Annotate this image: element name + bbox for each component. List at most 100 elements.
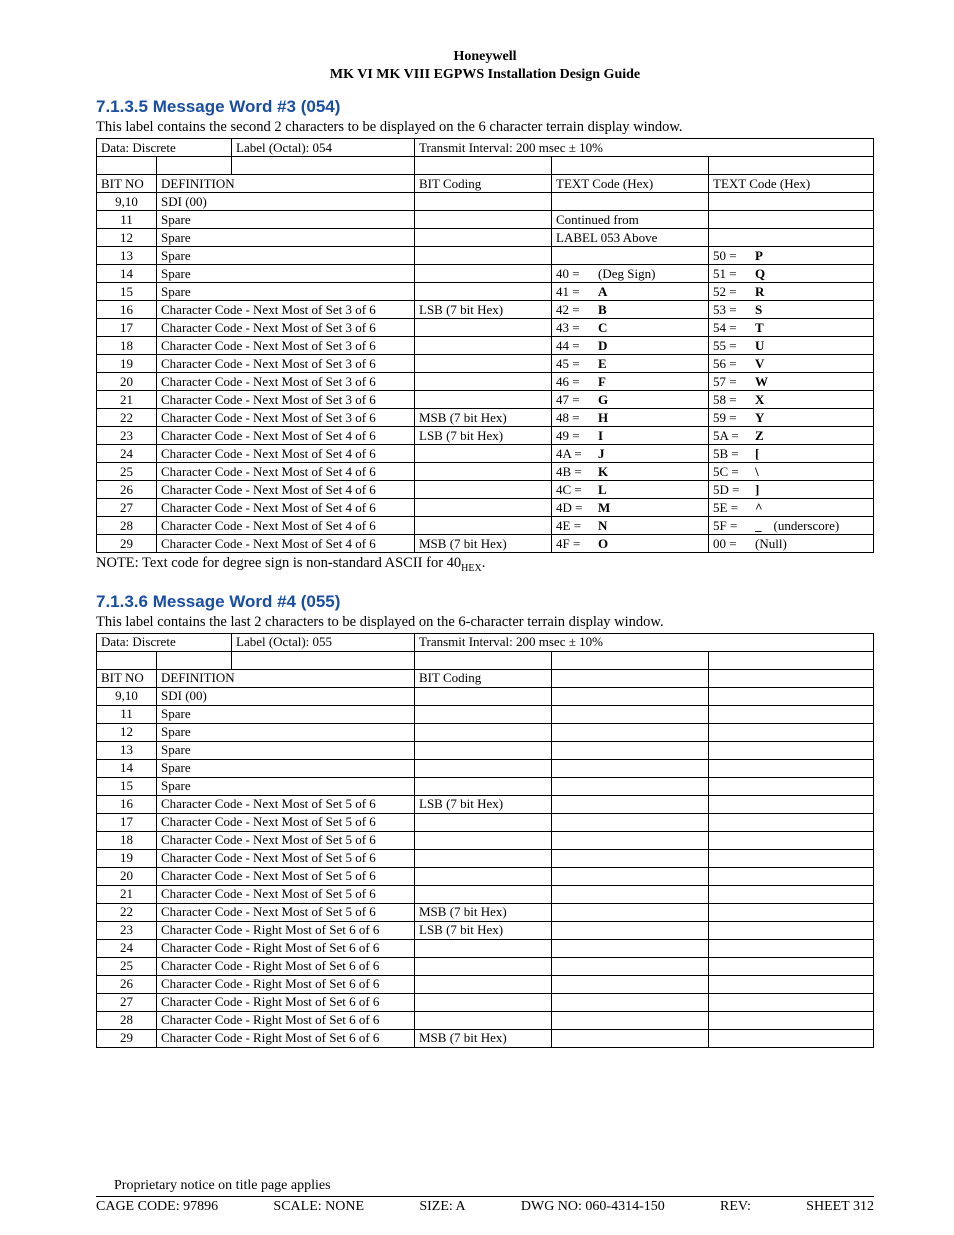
cell-textcode2 xyxy=(709,1011,874,1029)
cell-bitno: 19 xyxy=(97,849,157,867)
cell-textcode1 xyxy=(552,759,709,777)
cell-bitno: 23 xyxy=(97,921,157,939)
table-row: 19Character Code - Next Most of Set 3 of… xyxy=(97,355,874,373)
hex-char: R xyxy=(755,284,764,300)
hex-pair: 4A =J xyxy=(556,446,704,462)
hex-char: ^ xyxy=(755,500,763,516)
cell-textcode1 xyxy=(552,795,709,813)
hex-pair: 5B =[ xyxy=(713,446,869,462)
section: 7.1.3.6 Message Word #4 (055)This label … xyxy=(96,592,874,1066)
section-note: NOTE: Text code for degree sign is non-s… xyxy=(96,555,874,574)
cell-bitno: 13 xyxy=(97,247,157,265)
cell-bitno: 11 xyxy=(97,211,157,229)
hex-char: A xyxy=(598,284,607,300)
hex-code: 43 = xyxy=(556,320,586,336)
cell-bitno: 28 xyxy=(97,1011,157,1029)
cell-bitno: 16 xyxy=(97,795,157,813)
cell-bitno: 22 xyxy=(97,903,157,921)
table-row: 28Character Code - Right Most of Set 6 o… xyxy=(97,1011,874,1029)
cell-textcode2 xyxy=(709,795,874,813)
col-bitno: BIT NO xyxy=(97,669,157,687)
table-row: 20Character Code - Next Most of Set 3 of… xyxy=(97,373,874,391)
col-bitcoding: BIT Coding xyxy=(415,669,552,687)
hex-pair: 52 =R xyxy=(713,284,869,300)
cell-textcode1 xyxy=(552,939,709,957)
hex-char: U xyxy=(755,338,764,354)
dwg-no: DWG NO: 060-4314-150 xyxy=(521,1199,665,1215)
table-row: 16Character Code - Next Most of Set 5 of… xyxy=(97,795,874,813)
hex-code: 40 = xyxy=(556,266,586,282)
cell-definition: Character Code - Next Most of Set 4 of 6 xyxy=(157,427,415,445)
table-row: 9,10SDI (00) xyxy=(97,687,874,705)
table-row: 15Spare xyxy=(97,777,874,795)
cell-bitcoding xyxy=(415,741,552,759)
page: Honeywell MK VI MK VIII EGPWS Installati… xyxy=(0,0,954,1235)
cell-bitno: 19 xyxy=(97,355,157,373)
hex-char: X xyxy=(755,392,764,408)
cell-bitno: 18 xyxy=(97,831,157,849)
cell-textcode1: 49 =I xyxy=(552,427,709,445)
cell-definition: Character Code - Next Most of Set 5 of 6 xyxy=(157,903,415,921)
cell-textcode2: 5A =Z xyxy=(709,427,874,445)
cell-textcode1 xyxy=(552,957,709,975)
cell-textcode2 xyxy=(709,939,874,957)
hex-char: P xyxy=(755,248,763,264)
hex-code: 51 = xyxy=(713,266,743,282)
cell-bitno: 21 xyxy=(97,391,157,409)
hex-pair: 50 =P xyxy=(713,248,869,264)
hex-code: 4F = xyxy=(556,536,586,552)
cell-bitno: 22 xyxy=(97,409,157,427)
hex-code: 44 = xyxy=(556,338,586,354)
cell-textcode1: 47 =G xyxy=(552,391,709,409)
hex-code: 5F = xyxy=(713,518,743,534)
cell-bitcoding xyxy=(415,283,552,301)
cell-textcode2: 5F =_(underscore) xyxy=(709,517,874,535)
section-intro: This label contains the last 2 character… xyxy=(96,614,874,631)
cell-definition: Character Code - Next Most of Set 3 of 6 xyxy=(157,355,415,373)
cell-bitcoding xyxy=(415,337,552,355)
hex-char: L xyxy=(598,482,607,498)
cell-bitcoding xyxy=(415,517,552,535)
cell-textcode1 xyxy=(552,777,709,795)
cell-bitno: 9,10 xyxy=(97,687,157,705)
hex-char: \ xyxy=(755,464,759,480)
cell-bitno: 24 xyxy=(97,939,157,957)
table-row: 11Spare xyxy=(97,705,874,723)
cell-textcode1 xyxy=(552,741,709,759)
hex-char-desc: (underscore) xyxy=(774,518,840,534)
cell-bitcoding: MSB (7 bit Hex) xyxy=(415,1029,552,1047)
hex-char: M xyxy=(598,500,610,516)
meta-label-octal: Label (Octal): 054 xyxy=(232,139,415,157)
cell-textcode1 xyxy=(552,687,709,705)
table-row: 16Character Code - Next Most of Set 3 of… xyxy=(97,301,874,319)
cell-bitcoding: LSB (7 bit Hex) xyxy=(415,427,552,445)
scale: SCALE: NONE xyxy=(273,1199,364,1215)
meta-data: Data: Discrete xyxy=(97,139,232,157)
cell-textcode2 xyxy=(709,1029,874,1047)
hex-code: 48 = xyxy=(556,410,586,426)
hex-char: B xyxy=(598,302,607,318)
table-header-row: BIT NODEFINITIONBIT CodingTEXT Code (Hex… xyxy=(97,175,874,193)
hex-code: 4B = xyxy=(556,464,586,480)
hex-pair: 5C =\ xyxy=(713,464,869,480)
cell-bitcoding xyxy=(415,849,552,867)
section-heading: 7.1.3.5 Message Word #3 (054) xyxy=(96,97,874,117)
cell-bitno: 12 xyxy=(97,723,157,741)
cell-textcode1: 4C =L xyxy=(552,481,709,499)
cell-textcode2 xyxy=(709,211,874,229)
hex-char: N xyxy=(598,518,607,534)
hex-pair: 55 =U xyxy=(713,338,869,354)
cell-bitcoding xyxy=(415,247,552,265)
cell-textcode1 xyxy=(552,849,709,867)
cell-bitcoding xyxy=(415,957,552,975)
cell-textcode2 xyxy=(709,885,874,903)
cell-bitcoding xyxy=(415,391,552,409)
hex-pair: 48 =H xyxy=(556,410,704,426)
cell-textcode1 xyxy=(552,975,709,993)
cell-bitcoding xyxy=(415,265,552,283)
page-footer: Proprietary notice on title page applies… xyxy=(96,1178,874,1215)
cell-bitcoding xyxy=(415,759,552,777)
hex-char: [ xyxy=(755,446,759,462)
hex-pair: 5D =] xyxy=(713,482,869,498)
hex-code: 00 = xyxy=(713,536,743,552)
